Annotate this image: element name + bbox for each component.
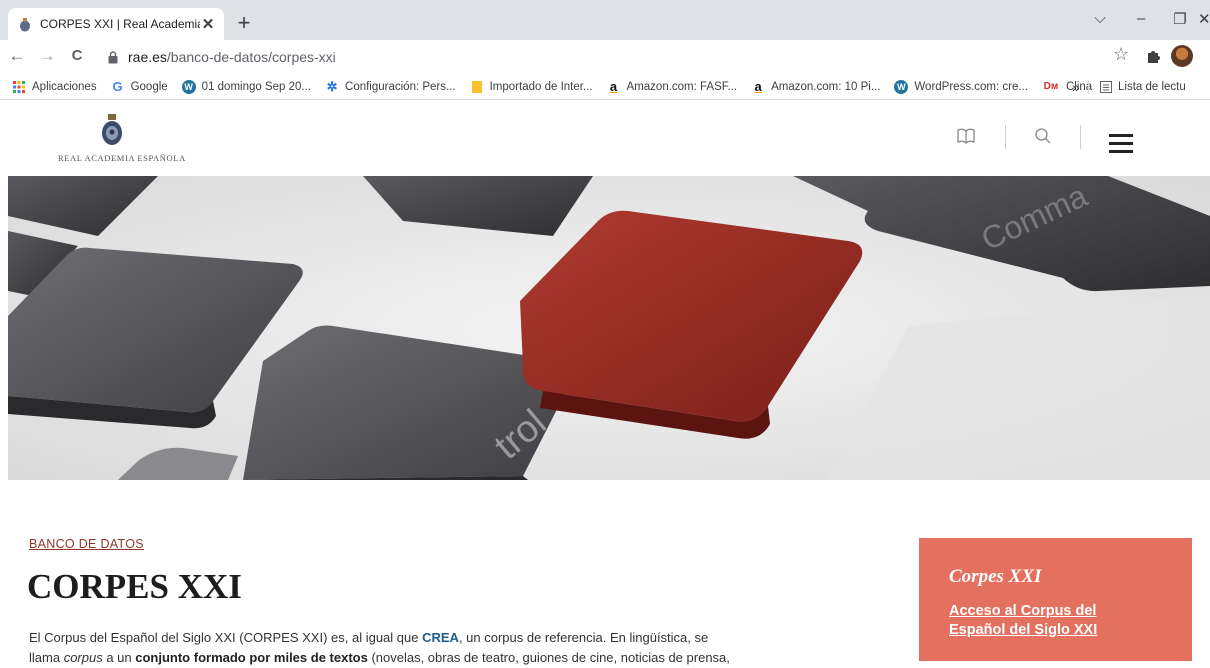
keyboard-illustration: trol Comma xyxy=(8,176,1210,480)
bookmark-label: WordPress.com: cre... xyxy=(914,80,1028,93)
bookmark-importado[interactable]: Importado de Inter... xyxy=(470,80,593,94)
lock-icon xyxy=(108,50,118,63)
reload-icon[interactable]: C xyxy=(66,45,88,67)
rae-crest-logo[interactable] xyxy=(100,113,124,147)
folder-icon xyxy=(471,80,482,93)
profile-avatar[interactable] xyxy=(1171,45,1193,67)
address-bar[interactable]: rae.es/banco-de-datos/corpes-xxi xyxy=(96,44,1096,70)
bookmarks-divider xyxy=(1088,80,1089,94)
bookmark-label: Amazon.com: 10 Pi... xyxy=(771,80,881,93)
bookmark-label: 01 domingo Sep 20... xyxy=(201,80,312,93)
url-text: rae.es/banco-de-datos/corpes-xxi xyxy=(128,49,336,65)
reading-list-label: Lista de lectu xyxy=(1118,81,1186,93)
browser-tab-strip: CORPES XXI | Real Academia Esp ✕ + ⌵ – ❐… xyxy=(0,0,1210,40)
gear-icon: ✲ xyxy=(326,78,338,94)
menu-bar xyxy=(1109,134,1133,137)
bookmark-clina[interactable]: Dм Clina xyxy=(1042,80,1093,94)
corpes-sidebar-box: Corpes XXI Acceso al Corpus del Español … xyxy=(919,538,1192,661)
bookmark-aplicaciones[interactable]: Aplicaciones xyxy=(12,80,97,94)
wordpress-icon: W xyxy=(181,79,196,94)
bookmark-label: Google xyxy=(130,80,168,93)
bookmark-google[interactable]: G Google xyxy=(111,79,168,94)
google-icon: G xyxy=(112,79,123,94)
bookmark-label: Importado de Inter... xyxy=(489,80,593,93)
bookmark-wordpress[interactable]: W WordPress.com: cre... xyxy=(894,79,1028,94)
bookmark-label: Configuración: Pers... xyxy=(345,80,456,93)
bookmarks-bar: Aplicaciones G Google W 01 domingo Sep 2… xyxy=(0,74,1210,100)
menu-bar xyxy=(1109,150,1133,153)
page-title: CORPES XXI xyxy=(27,567,242,606)
logo-text[interactable]: REAL ACADEMIA ESPAÑOLA xyxy=(58,153,186,163)
tab-close-icon[interactable]: ✕ xyxy=(200,15,216,33)
back-icon[interactable]: ← xyxy=(6,45,28,67)
bookmarks-overflow-icon[interactable]: » xyxy=(1072,74,1080,99)
intro-paragraph: El Corpus del Español del Siglo XXI (COR… xyxy=(29,628,809,668)
text-run: a un xyxy=(102,650,136,665)
bookmark-label: Aplicaciones xyxy=(32,80,97,93)
tab-search-icon[interactable]: ⌵ xyxy=(1090,10,1110,27)
search-icon[interactable] xyxy=(1034,127,1052,145)
text-run: llama xyxy=(29,650,64,665)
amazon-icon: a xyxy=(754,79,762,94)
bookmark-label: Amazon.com: FASF... xyxy=(626,80,738,93)
corpus-access-link[interactable]: Acceso al Corpus del Español del Siglo X… xyxy=(949,602,1139,640)
reading-list-button[interactable]: Lista de lectu xyxy=(1100,74,1186,99)
sidebar-title: Corpes XXI xyxy=(949,566,1042,587)
hero-image: trol Comma xyxy=(8,176,1210,480)
minimize-icon[interactable]: – xyxy=(1131,10,1151,27)
bookmark-amazon-1[interactable]: a Amazon.com: FASF... xyxy=(607,79,738,94)
reading-list-icon xyxy=(1100,81,1112,93)
close-window-icon[interactable]: ✕ xyxy=(1198,10,1210,28)
url-path: /banco-de-datos/corpes-xxi xyxy=(166,49,336,65)
crea-link[interactable]: CREA xyxy=(422,630,459,645)
tab-title: CORPES XXI | Real Academia Esp xyxy=(40,17,200,31)
wordpress-icon: W xyxy=(894,79,909,94)
dm-icon: Dм xyxy=(1043,81,1059,92)
header-divider xyxy=(1005,125,1006,149)
new-tab-button[interactable]: + xyxy=(232,12,256,36)
url-host: rae.es xyxy=(128,49,167,65)
bookmark-star-icon[interactable]: ☆ xyxy=(1113,44,1129,65)
site-header: REAL ACADEMIA ESPAÑOLA xyxy=(0,101,1210,176)
emphasis-text: corpus xyxy=(63,650,103,665)
rae-crest-icon xyxy=(20,18,30,32)
header-divider xyxy=(1080,125,1081,149)
puzzle-icon[interactable] xyxy=(1146,49,1160,63)
text-run: (novelas, obras de teatro, guiones de ci… xyxy=(367,650,730,665)
breadcrumb[interactable]: BANCO DE DATOS xyxy=(29,537,144,551)
bookmark-amazon-2[interactable]: a Amazon.com: 10 Pi... xyxy=(751,79,881,94)
browser-toolbar: ← → C rae.es/banco-de-datos/corpes-xxi ☆ xyxy=(0,40,1210,74)
apps-grid-icon xyxy=(13,80,25,93)
bold-text: conjunto formado por miles de textos xyxy=(135,650,368,665)
bookmark-domingo[interactable]: W 01 domingo Sep 20... xyxy=(181,79,312,94)
restore-icon[interactable]: ❐ xyxy=(1170,10,1190,28)
bookmark-configuracion[interactable]: ✲ Configuración: Pers... xyxy=(325,78,456,94)
text-run: , un corpus de referencia. En lingüístic… xyxy=(458,630,709,645)
amazon-icon: a xyxy=(609,79,618,94)
forward-icon[interactable]: → xyxy=(36,45,58,67)
menu-icon[interactable] xyxy=(1109,134,1133,158)
book-icon[interactable] xyxy=(956,127,976,145)
menu-bar xyxy=(1109,142,1133,145)
text-run: El Corpus del Español del Siglo XXI (COR… xyxy=(29,630,423,645)
browser-tab[interactable]: CORPES XXI | Real Academia Esp ✕ xyxy=(8,8,224,40)
